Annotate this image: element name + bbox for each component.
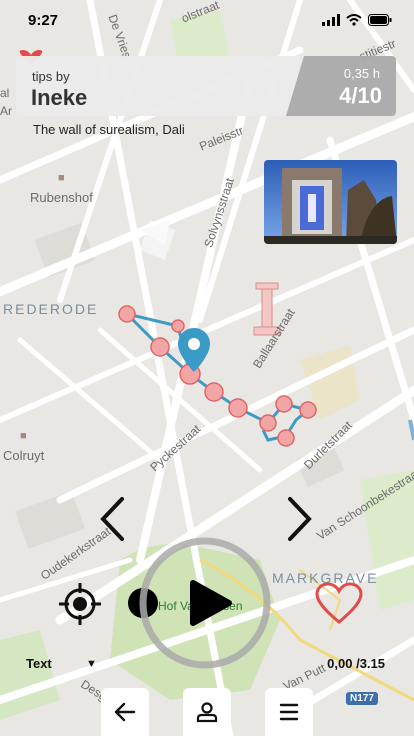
tip-photo[interactable] [264, 160, 397, 244]
place-label: Colruyt [3, 448, 45, 463]
route-stop [118, 305, 136, 323]
location-pin-icon[interactable] [176, 326, 212, 376]
author-name: Ineke [31, 85, 88, 110]
chevron-left-icon[interactable] [98, 496, 126, 542]
route-stop [228, 398, 248, 418]
back-button[interactable] [101, 688, 149, 736]
route-stop [299, 401, 317, 419]
route-stop [259, 414, 277, 432]
status-time: 9:27 [28, 12, 59, 29]
route-stop [277, 429, 295, 447]
tip-author-panel: tips by Ineke [16, 56, 300, 116]
map-label: al [0, 86, 10, 100]
chevron-right-icon[interactable] [286, 496, 314, 542]
tip-header[interactable]: tips by Ineke 0,35 h 4/10 [16, 56, 396, 116]
shop-icon: ■ [58, 172, 65, 184]
text-toggle-label[interactable]: Text [26, 656, 52, 671]
route-stop [275, 395, 293, 413]
profile-button[interactable] [183, 688, 231, 736]
status-bar: 9:27 [0, 0, 414, 44]
caret-down-icon[interactable]: ▼ [86, 658, 97, 670]
place-label: Rubenshof [30, 190, 93, 205]
photo-image [264, 160, 397, 244]
status-icons [322, 14, 392, 26]
heart-icon[interactable] [314, 582, 364, 626]
crosshair-icon[interactable] [57, 581, 103, 627]
menu-button[interactable] [265, 688, 313, 736]
tip-duration: 0,35 h [343, 66, 380, 81]
road-shield: N177 [346, 692, 378, 705]
tips-by-label: tips by [32, 69, 70, 84]
tip-progress-panel: 0,35 h 4/10 [286, 56, 396, 116]
menu-icon [279, 703, 299, 721]
tip-counter: 4/10 [339, 83, 382, 108]
play-button[interactable] [137, 535, 273, 671]
route-stop [150, 337, 170, 357]
tip-title: The wall of surealism, Dali [33, 122, 185, 137]
arrow-left-icon [114, 702, 136, 722]
signal-icon [322, 14, 340, 26]
audio-progress: 0,00 /3.15 [327, 656, 385, 671]
cart-icon: ■ [20, 430, 27, 442]
person-icon [196, 702, 218, 723]
route-stop [204, 382, 224, 402]
district-label: REDERODE [3, 301, 99, 317]
map-label: Ar [0, 104, 12, 118]
battery-icon [368, 14, 392, 26]
play-icon [190, 580, 232, 626]
wifi-icon [346, 14, 362, 26]
